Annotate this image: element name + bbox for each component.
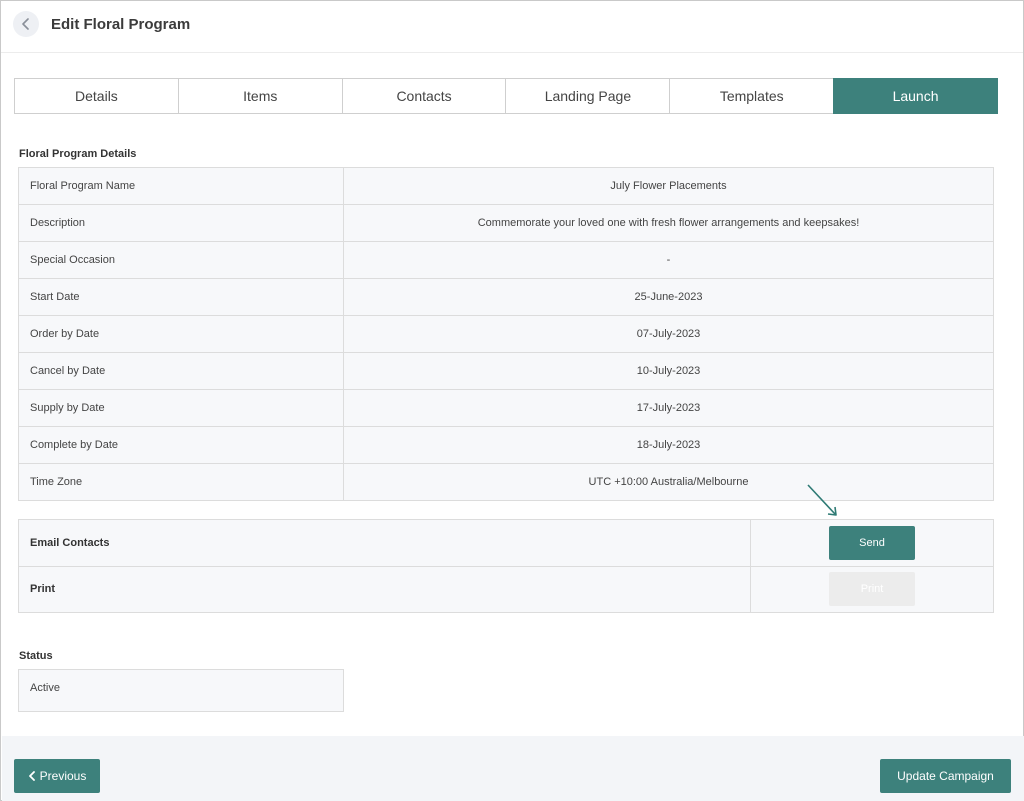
row-label: Complete by Date [18,426,344,464]
print-cell: Print [750,565,994,613]
previous-label: Previous [39,769,87,783]
details-section-title: Floral Program Details [19,148,137,160]
tab-details[interactable]: Details [14,78,179,114]
send-cell: Send [750,519,994,567]
table-row: Order by Date 07-July-2023 [18,315,994,353]
row-label: Floral Program Name [18,167,344,205]
arrow-annotation-icon [807,484,837,516]
send-button[interactable]: Send [829,525,915,560]
tab-bar: Details Items Contacts Landing Page Temp… [14,78,998,114]
chevron-left-icon [22,18,29,30]
row-label: Cancel by Date [18,352,344,390]
row-label: Order by Date [18,315,344,353]
status-section-title: Status [19,650,53,662]
table-row: Floral Program Name July Flower Placemen… [18,167,994,205]
tab-templates[interactable]: Templates [669,78,835,114]
table-row: Special Occasion - [18,241,994,279]
row-value: 10-July-2023 [343,352,994,390]
table-row: Print Print [18,565,994,613]
table-row: Start Date 25-June-2023 [18,278,994,316]
page-header: Edit Floral Program [1,1,1023,53]
table-row: Cancel by Date 10-July-2023 [18,352,994,390]
print-button[interactable]: Print [829,572,915,607]
print-label: Print [18,565,751,613]
row-value: 07-July-2023 [343,315,994,353]
tab-items[interactable]: Items [177,78,343,114]
page-title: Edit Floral Program [51,16,191,33]
app-window: Edit Floral Program Details Items Contac… [0,0,1024,801]
row-value: - [343,241,994,279]
row-label: Supply by Date [18,389,344,427]
status-value: Active [18,669,344,712]
row-label: Start Date [18,278,344,316]
table-row: Supply by Date 17-July-2023 [18,389,994,427]
row-value: Commemorate your loved one with fresh fl… [343,204,994,242]
row-value: 17-July-2023 [343,389,994,427]
table-row: Time Zone UTC +10:00 Australia/Melbourne [18,463,994,501]
tab-landing-page[interactable]: Landing Page [505,78,671,114]
back-button[interactable] [13,11,39,37]
table-row: Complete by Date 18-July-2023 [18,426,994,464]
tab-contacts[interactable]: Contacts [341,78,507,114]
details-table: Floral Program Name July Flower Placemen… [18,167,994,501]
table-row: Email Contacts Send [18,519,994,567]
actions-table: Email Contacts Send Print Print [18,519,994,613]
row-value: 18-July-2023 [343,426,994,464]
row-value: UTC +10:00 Australia/Melbourne [343,463,994,501]
page-footer: Previous Update Campaign [2,736,1024,801]
row-label: Special Occasion [18,241,344,279]
chevron-left-icon [28,771,35,781]
row-value: 25-June-2023 [343,278,994,316]
row-label: Time Zone [18,463,344,501]
tab-launch[interactable]: Launch [833,78,998,114]
table-row: Description Commemorate your loved one w… [18,204,994,242]
update-campaign-button[interactable]: Update Campaign [880,759,1011,793]
email-contacts-label: Email Contacts [18,519,751,567]
row-value: July Flower Placements [343,167,994,205]
row-label: Description [18,204,344,242]
previous-button[interactable]: Previous [14,759,100,793]
